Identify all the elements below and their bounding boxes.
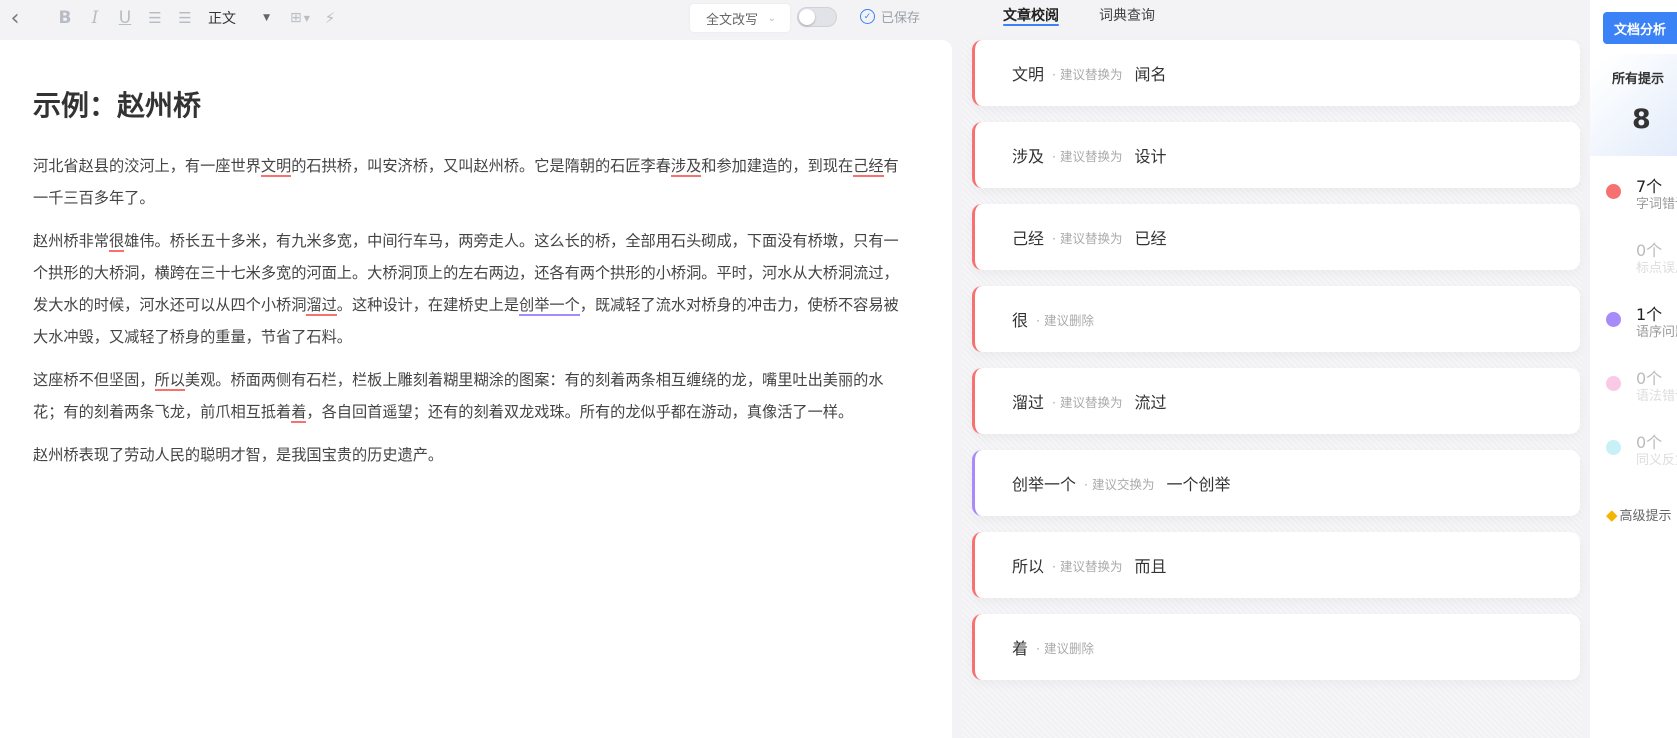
suggestion-replacement[interactable]: 已经 <box>1134 225 1166 249</box>
italic-button[interactable]: I <box>80 3 110 33</box>
advanced-hints[interactable]: ◆ 高级提示 <box>1606 505 1672 525</box>
rewrite-toggle[interactable] <box>797 7 837 27</box>
diamond-icon: ◆ <box>1606 505 1618 524</box>
suggestion-original: 所以 <box>1012 557 1045 576</box>
toggle-knob <box>799 9 815 25</box>
suggestion-original: 着 <box>1012 639 1029 658</box>
suggestion-hint: 建议替换为 <box>1052 228 1123 247</box>
suggestion-hint: 建议替换为 <box>1052 146 1123 165</box>
paragraph-1: 河北省赵县的洨河上，有一座世界文明的石拱桥，叫安济桥，又叫赵州桥。它是隋朝的石匠… <box>33 150 913 214</box>
full-rewrite-label: 全文改写 <box>706 12 759 28</box>
suggestion-replacement[interactable]: 设计 <box>1134 143 1166 167</box>
error-mark[interactable]: 很 <box>108 232 125 252</box>
saved-status: ✓ 已保存 <box>860 7 920 26</box>
suggestion-card[interactable]: 涉及 建议替换为 设计 <box>972 122 1580 188</box>
text-segment: 的石拱桥，叫安济桥，又叫赵州桥。它是隋朝的石匠李春 <box>291 157 671 175</box>
suggestion-replacement[interactable]: 闻名 <box>1134 61 1166 85</box>
text-segment: 这座桥不但坚固， <box>33 371 155 389</box>
bold-button[interactable]: B <box>50 3 80 33</box>
underline-button[interactable]: U <box>110 3 140 33</box>
tab-proofread[interactable]: 文章校阅 <box>1003 0 1059 30</box>
suggestion-card[interactable]: 文明 建议替换为 闻名 <box>972 40 1580 106</box>
suggestion-card[interactable]: 很 建议删除 <box>972 286 1580 352</box>
error-mark[interactable]: 己经 <box>853 157 884 177</box>
panel-tabs: 文章校阅 词典查询 <box>1003 0 1155 36</box>
ordered-list-icon[interactable]: ☰ <box>140 3 170 33</box>
suggestion-original: 很 <box>1012 311 1029 330</box>
dot-icon <box>1606 248 1621 263</box>
chevron-down-icon: ⌄ <box>767 12 776 24</box>
all-hints-summary[interactable]: 所有提示 8 <box>1590 54 1677 156</box>
suggestion-hint: 建议替换为 <box>1052 556 1123 575</box>
stat-label: 标点误用 <box>1636 261 1677 276</box>
document-title: 示例：赵州桥 <box>33 89 202 122</box>
text-segment: 河北省赵县的洨河上，有一座世界 <box>33 157 261 175</box>
stat-label: 同义反复 <box>1636 453 1677 468</box>
suggestion-replacement[interactable]: 而且 <box>1134 553 1166 577</box>
suggestion-hint: 建议交换为 <box>1084 474 1155 493</box>
suggestion-replacement[interactable]: 一个创举 <box>1166 471 1230 495</box>
document-editor[interactable]: 示例：赵州桥 河北省赵县的洨河上，有一座世界文明的石拱桥，叫安济桥，又叫赵州桥。… <box>0 40 952 738</box>
text-segment: ，各自回首遥望；还有的刻着双龙戏珠。所有的龙似乎都在游动，真像活了一样。 <box>306 403 854 421</box>
error-mark[interactable]: 所以 <box>154 371 185 391</box>
stat-word-order[interactable]: 1个 语序问题 <box>1606 301 1677 341</box>
error-mark[interactable]: 溜过 <box>306 296 337 316</box>
paragraph-style-select[interactable]: 正文 ▼ <box>208 8 270 28</box>
saved-label: 已保存 <box>881 11 921 26</box>
suggestion-card[interactable]: 创举一个 建议交换为 一个创举 <box>972 450 1580 516</box>
text-segment: 。这种设计，在建桥史上是 <box>336 296 519 314</box>
cyan-dot-icon <box>1606 440 1621 455</box>
unordered-list-icon[interactable]: ☰ <box>170 3 200 33</box>
stat-label: 语序问题 <box>1636 325 1677 340</box>
suggestion-hint: 建议删除 <box>1036 638 1094 657</box>
red-dot-icon <box>1606 184 1621 199</box>
suggestion-original: 己经 <box>1012 229 1045 248</box>
all-hints-label: 所有提示 <box>1612 72 1665 87</box>
suggestion-original: 创举一个 <box>1012 475 1077 494</box>
paragraph-2: 赵州桥非常很雄伟。桥长五十多米，有九米多宽，中间行车马，两旁走人。这么长的桥，全… <box>33 225 913 353</box>
suggestion-card[interactable]: 所以 建议替换为 而且 <box>972 532 1580 598</box>
chevron-down-icon: ▼ <box>263 13 270 23</box>
analyze-document-button[interactable]: 文档分析 <box>1603 12 1677 44</box>
paragraph-3: 这座桥不但坚固，所以美观。桥面两侧有石栏，栏板上雕刻着糊里糊涂的图案：有的刻着两… <box>33 364 913 428</box>
paragraph-style-value: 正文 <box>208 11 236 27</box>
error-mark[interactable]: 文明 <box>260 157 292 177</box>
stat-word-errors[interactable]: 7个 字词错误 <box>1606 173 1677 213</box>
suggestion-panel: 文明 建议替换为 闻名 涉及 建议替换为 设计 己经 建议替换为 已经 很 建议… <box>962 40 1582 738</box>
paragraph-4: 赵州桥表现了劳动人民的聪明才智，是我国宝贵的历史遗产。 <box>33 446 444 464</box>
advanced-hints-label: 高级提示 <box>1619 509 1672 524</box>
back-icon[interactable]: ‹ <box>0 3 30 33</box>
suggestion-card[interactable]: 溜过 建议替换为 流过 <box>972 368 1580 434</box>
lightning-icon[interactable]: ⚡ <box>318 3 342 33</box>
stat-punctuation[interactable]: 0个 标点误用 <box>1606 237 1677 277</box>
analysis-sidebar: 文档分析 所有提示 8 7个 字词错误 0个 标点误用 1个 语序问题 0个 语… <box>1590 0 1677 738</box>
text-segment: 赵州桥非常 <box>33 232 109 250</box>
chevron-down-icon: ▼ <box>303 13 310 23</box>
suggestion-original: 涉及 <box>1012 147 1045 166</box>
suggestion-card[interactable]: 己经 建议替换为 已经 <box>972 204 1580 270</box>
purple-dot-icon <box>1606 312 1621 327</box>
stat-redundancy[interactable]: 0个 同义反复 <box>1606 429 1677 469</box>
text-segment: 和参加建造的，到现在 <box>701 157 854 175</box>
suggestion-original: 溜过 <box>1012 393 1045 412</box>
suggestion-hint: 建议替换为 <box>1052 64 1123 83</box>
suggestion-hint: 建议替换为 <box>1052 392 1123 411</box>
stat-label: 语法错误 <box>1636 389 1677 404</box>
suggestion-original: 文明 <box>1012 65 1045 84</box>
stat-grammar[interactable]: 0个 语法错误 <box>1606 365 1677 405</box>
full-rewrite-dropdown[interactable]: 全文改写 ⌄ <box>690 4 790 32</box>
table-icon: ⊞ <box>290 10 302 26</box>
suggestion-hint: 建议删除 <box>1036 310 1094 329</box>
suggestion-card[interactable]: 着 建议删除 <box>972 614 1580 680</box>
all-hints-count: 8 <box>1632 104 1651 135</box>
tab-dictionary[interactable]: 词典查询 <box>1099 0 1155 30</box>
table-button[interactable]: ⊞ ▼ <box>282 3 318 33</box>
stat-label: 字词错误 <box>1636 197 1677 212</box>
error-mark[interactable]: 创举一个 <box>519 296 580 316</box>
suggestion-replacement[interactable]: 流过 <box>1134 389 1166 413</box>
error-mark[interactable]: 着 <box>291 403 307 423</box>
error-mark[interactable]: 涉及 <box>670 157 702 177</box>
check-circle-icon: ✓ <box>860 9 875 24</box>
pink-dot-icon <box>1606 376 1621 391</box>
